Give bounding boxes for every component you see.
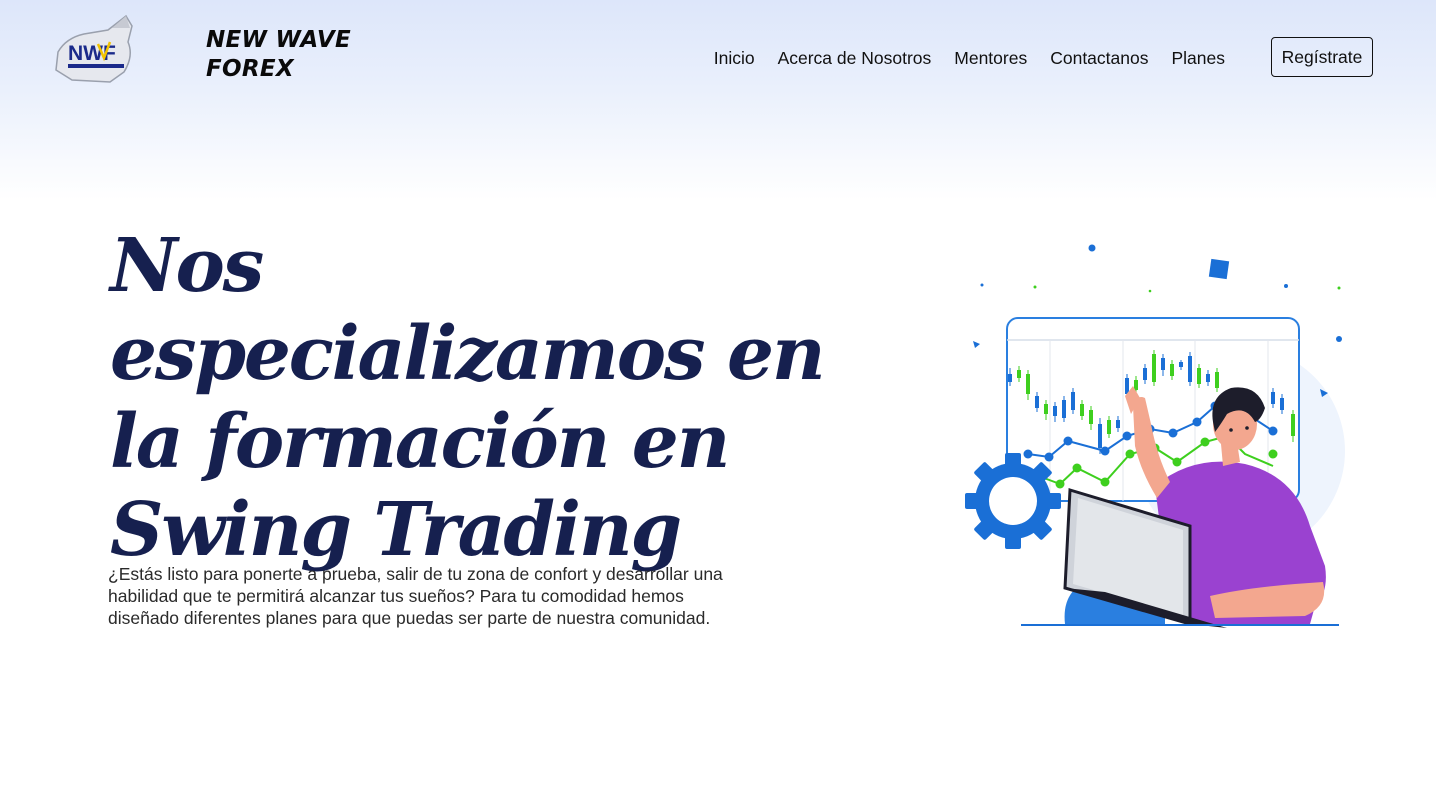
- nav-acerca-de-nosotros[interactable]: Acerca de Nosotros: [778, 48, 932, 69]
- hero-title: Nos especializamos en la formación en Sw…: [110, 223, 826, 573]
- nav-inicio[interactable]: Inicio: [714, 48, 755, 69]
- register-button[interactable]: Regístrate: [1271, 37, 1373, 77]
- brand-logo[interactable]: NWF: [52, 12, 138, 84]
- main-nav: Inicio Acerca de Nosotros Mentores Conta…: [714, 46, 1225, 70]
- trader-chart-illustration: [965, 244, 1345, 628]
- nav-mentores[interactable]: Mentores: [954, 48, 1027, 69]
- site-header: NWF NEW WAVE FOREX Inicio Acerca de Noso…: [0, 0, 1436, 110]
- nav-contactanos[interactable]: Contactanos: [1050, 48, 1148, 69]
- hero-description: ¿Estás listo para ponerte a prueba, sali…: [108, 564, 723, 628]
- brand-name: NEW WAVE FOREX: [206, 27, 352, 82]
- trading-illustration: [965, 236, 1350, 636]
- gear-icon: [965, 453, 1061, 549]
- nav-planes[interactable]: Planes: [1171, 48, 1225, 69]
- logo-icon: NWF: [55, 14, 133, 83]
